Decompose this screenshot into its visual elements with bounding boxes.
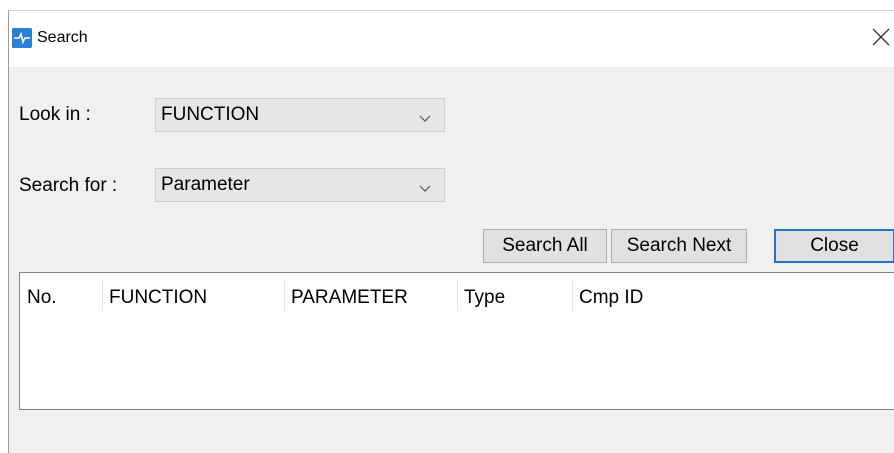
column-divider[interactable]: [457, 279, 458, 311]
column-header-parameter[interactable]: PARAMETER: [291, 286, 408, 310]
chevron-down-icon: [419, 110, 431, 122]
search-all-button[interactable]: Search All: [483, 229, 607, 263]
column-header-function[interactable]: FUNCTION: [109, 286, 207, 310]
app-logo-icon: [12, 28, 32, 48]
close-icon[interactable]: [869, 25, 893, 49]
column-header-cmp-id[interactable]: Cmp ID: [579, 286, 643, 310]
search-for-label: Search for :: [19, 175, 118, 196]
column-divider[interactable]: [284, 279, 285, 311]
column-divider[interactable]: [102, 279, 103, 311]
look-in-value: FUNCTION: [161, 104, 260, 125]
results-list[interactable]: No. FUNCTION PARAMETER Type Cmp ID: [19, 272, 894, 410]
search-for-value: Parameter: [161, 174, 250, 195]
search-for-dropdown[interactable]: Parameter: [155, 168, 445, 202]
chevron-down-icon: [419, 180, 431, 192]
look-in-dropdown[interactable]: FUNCTION: [155, 98, 445, 132]
search-dialog: Search Look in : FUNCTION Search for : P…: [8, 10, 894, 453]
search-next-button[interactable]: Search Next: [611, 229, 747, 263]
column-header-no[interactable]: No.: [27, 286, 57, 310]
column-header-type[interactable]: Type: [464, 286, 505, 310]
title-bar[interactable]: Search: [9, 11, 894, 67]
close-button[interactable]: Close: [774, 229, 894, 263]
column-divider[interactable]: [572, 279, 573, 311]
look-in-label: Look in :: [19, 104, 91, 125]
window-title: Search: [37, 29, 88, 46]
